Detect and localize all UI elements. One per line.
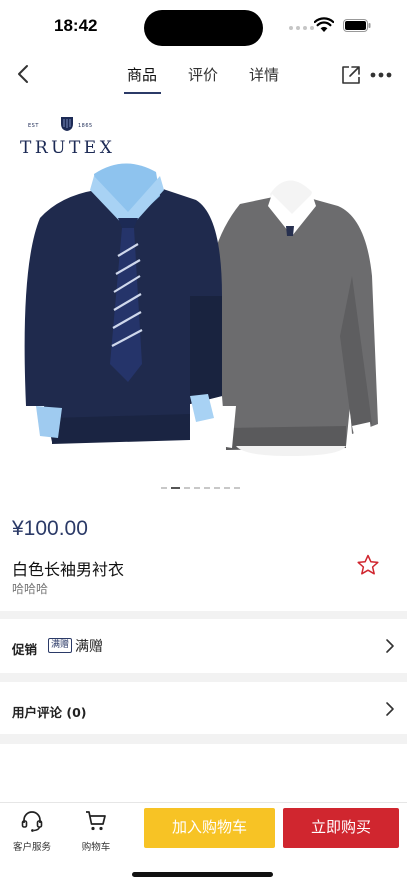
product-price: ¥100.00 — [12, 517, 88, 540]
tab-details[interactable]: 详情 — [249, 64, 279, 85]
user-reviews-label: 用户评论 (0) — [12, 705, 87, 720]
content-spacer — [0, 744, 407, 802]
brand-year-text: 1865 — [78, 123, 93, 129]
home-indicator — [132, 872, 273, 877]
brand-est-text: EST — [28, 123, 39, 129]
cart-button[interactable]: 购物车 — [72, 809, 120, 855]
chevron-right-icon — [386, 702, 394, 716]
grey-sweater-image — [204, 180, 378, 456]
promotion-row[interactable]: 促销 满赠 满赠 — [0, 619, 407, 673]
top-navigation: 商品 评价 详情 — [0, 52, 407, 96]
product-image-carousel[interactable]: EST 1865 TRUTEX — [0, 96, 407, 500]
customer-service-button[interactable]: 客户服务 — [8, 809, 56, 855]
promotion-text: 满赠 — [75, 639, 103, 655]
chevron-right-icon — [386, 639, 394, 653]
product-info: ¥100.00 白色长袖男衬衣 哈哈哈 — [0, 500, 407, 611]
status-time: 18:42 — [54, 16, 98, 35]
cart-label: 购物车 — [81, 842, 111, 853]
promotion-label: 促销 — [12, 642, 38, 657]
wifi-icon — [314, 17, 334, 32]
status-bar: 18:42 — [0, 0, 407, 52]
buy-now-button[interactable]: 立即购买 — [283, 808, 399, 848]
star-favorite-icon[interactable] — [356, 554, 380, 576]
brand-logo: TRUTEX — [20, 138, 116, 158]
cellular-signal-icon — [289, 26, 314, 30]
user-reviews-row[interactable]: 用户评论 (0) — [0, 682, 407, 734]
product-subtitle: 哈哈哈 — [12, 582, 49, 596]
brand-crest-icon — [61, 117, 73, 131]
carousel-indicator — [161, 487, 240, 489]
customer-service-label: 客户服务 — [12, 842, 51, 853]
bottom-action-bar: 客户服务 购物车 加入购物车 立即购买 — [0, 802, 407, 883]
product-title: 白色长袖男衬衣 — [12, 560, 125, 579]
product-photo — [24, 163, 378, 456]
navy-sweater-image — [24, 163, 222, 444]
promotion-badge: 满赠 — [48, 638, 73, 653]
more-icon[interactable] — [370, 72, 392, 78]
active-tab-indicator — [124, 92, 161, 94]
add-to-cart-button[interactable]: 加入购物车 — [144, 808, 275, 848]
headset-icon — [21, 811, 43, 832]
battery-icon — [343, 19, 371, 32]
dynamic-island — [144, 10, 263, 46]
share-icon[interactable] — [341, 65, 361, 85]
shopping-cart-icon — [86, 811, 106, 831]
tab-reviews[interactable]: 评价 — [188, 64, 218, 85]
tab-product[interactable]: 商品 — [127, 64, 157, 85]
